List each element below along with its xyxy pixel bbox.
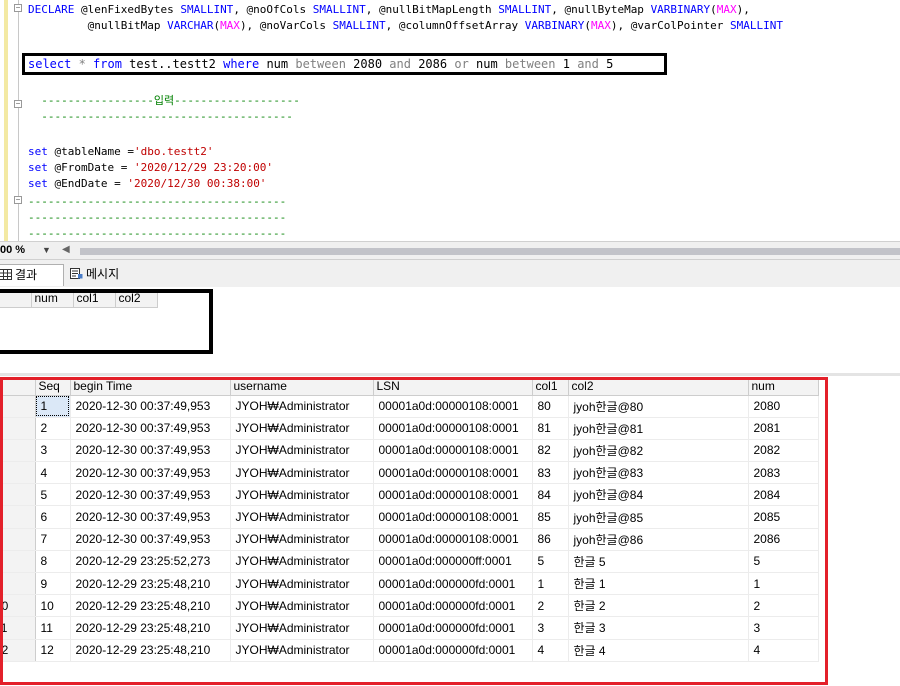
tab-results-label: 결과 <box>15 268 38 282</box>
zoom-level[interactable]: 00 % <box>0 244 25 256</box>
result-highlight-box <box>0 377 828 685</box>
code-line-dash-1: -------------------------------------- <box>28 110 293 123</box>
editor-status-bar: 00 % ▼ ◀ <box>0 241 900 260</box>
collapse-declare-icon[interactable]: − <box>14 4 22 12</box>
collapse-dash-icon[interactable]: − <box>14 196 22 204</box>
tab-messages[interactable]: 메시지 <box>66 264 132 286</box>
empty-result-highlight-box <box>0 289 213 354</box>
code-line-dash-3: --------------------------------------- <box>28 211 287 224</box>
code-line-declare-2: @nullBitMap VARCHAR(MAX), @noVarCols SMA… <box>28 19 784 32</box>
zoom-dropdown-icon[interactable]: ▼ <box>42 245 51 255</box>
code-line-set-end: set @EndDate = '2020/12/30 00:38:00' <box>28 177 267 190</box>
change-tracking-margin <box>4 0 8 241</box>
sql-editor[interactable]: − − − DECLARE @lenFixedBytes SMALLINT, @… <box>0 0 900 241</box>
code-line-dash-4: --------------------------------------- <box>28 227 287 240</box>
code-line-set-from: set @FromDate = '2020/12/29 23:20:00' <box>28 161 274 174</box>
tab-messages-label: 메시지 <box>86 267 120 281</box>
code-line-set-table: set @tableName ='dbo.testt2' <box>28 145 214 158</box>
horizontal-scrollbar[interactable] <box>80 248 900 255</box>
code-line-input-comment: -----------------입력------------------- <box>28 94 300 107</box>
code-line-declare-1: DECLARE @lenFixedBytes SMALLINT, @noOfCo… <box>28 3 750 16</box>
messages-icon <box>70 268 83 279</box>
grid-icon <box>0 269 12 280</box>
select-highlight-box <box>22 53 667 75</box>
outline-margin <box>18 0 19 241</box>
scroll-left-icon[interactable]: ◀ <box>62 244 70 255</box>
grid-splitter[interactable] <box>0 373 900 376</box>
code-line-dash-2: --------------------------------------- <box>28 195 287 208</box>
collapse-comment-icon[interactable]: − <box>14 100 22 108</box>
results-tabs: 결과 메시지 <box>0 260 900 287</box>
tab-results[interactable]: 결과 <box>0 264 64 286</box>
